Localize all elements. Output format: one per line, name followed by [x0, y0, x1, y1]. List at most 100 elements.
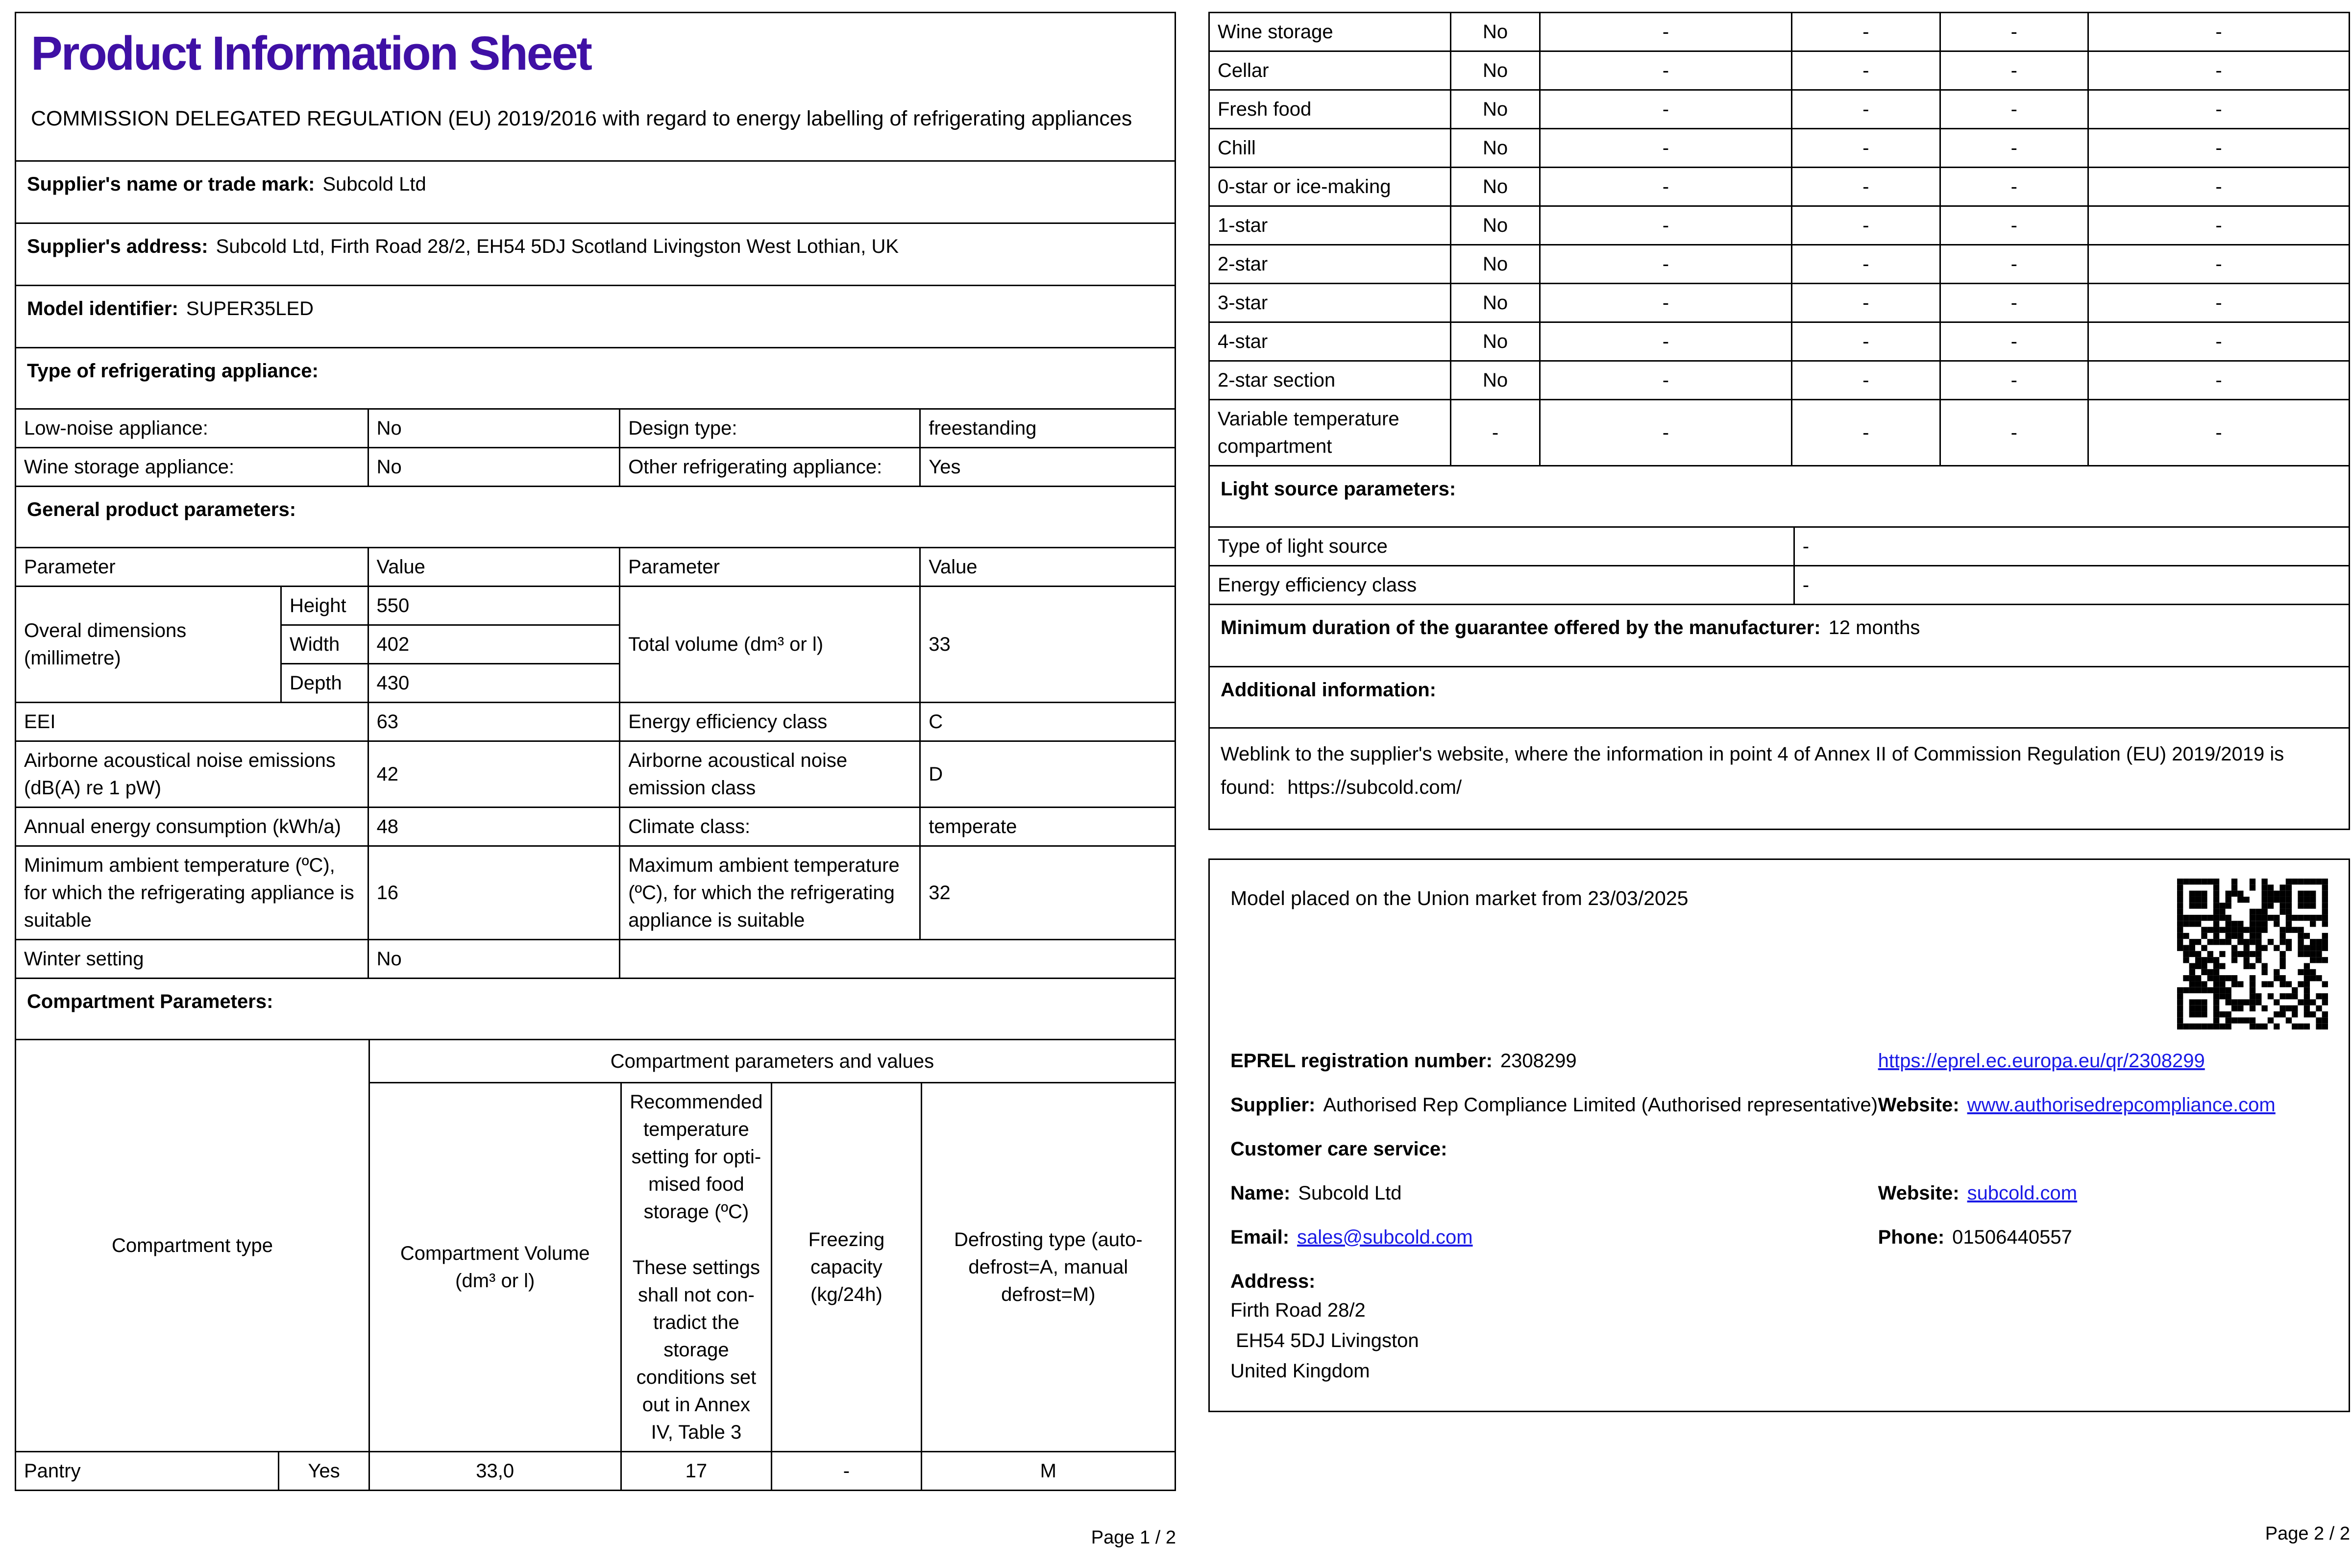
- compartment-present: Yes: [278, 1451, 370, 1492]
- supplier-website-link[interactable]: www.authorisedrepcompliance.com: [1967, 1094, 2276, 1116]
- table-header-row: Parameter Value Parameter Value: [15, 547, 1176, 588]
- table-row: Energy efficiency class -: [1208, 565, 2351, 605]
- dimension-value: 430: [367, 663, 621, 704]
- address-line: Firth Road 28/2: [1230, 1299, 1366, 1321]
- compartment-volume: -: [1539, 205, 1793, 245]
- compartment-defrost: -: [2087, 167, 2350, 207]
- compartment-name: 0-star or ice-making: [1208, 167, 1452, 207]
- compartment-volume: -: [1539, 89, 1793, 129]
- compartment-temp: -: [1791, 12, 1941, 52]
- compartment-temp: -: [1791, 360, 1941, 400]
- weblink-url[interactable]: https://subcold.com/: [1287, 777, 1462, 798]
- compartment-freeze: -: [1939, 360, 2089, 400]
- email-label: Email:: [1230, 1226, 1290, 1248]
- compartment-row: 0-star or ice-making No - - - -: [1208, 167, 2350, 207]
- param-cell: Other refrigerating appli­ance:: [619, 447, 921, 488]
- compartment-present: No: [1450, 360, 1541, 400]
- compartment-volume: -: [1539, 167, 1793, 207]
- value-cell: D: [919, 740, 1176, 808]
- compartment-freeze: -: [1939, 283, 2089, 323]
- compartment-volume: -: [1539, 399, 1793, 466]
- compartment-volume: -: [1539, 244, 1793, 284]
- website-label: Website:: [1878, 1182, 1960, 1204]
- compartment-defrost: -: [2087, 12, 2350, 52]
- param-cell: Airborne acoustical noise emis­sions (dB…: [15, 740, 369, 808]
- compartment-defrost: -: [2087, 205, 2350, 245]
- compartment-defrost: -: [2087, 321, 2350, 362]
- compartment-name: 2-star section: [1208, 360, 1452, 400]
- value-cell: -: [1793, 526, 2351, 566]
- compartment-temp: -: [1791, 50, 1941, 91]
- supplier-value: Authorised Rep Compliance Limited (Autho…: [1323, 1094, 1878, 1116]
- compartment-temp: -: [1791, 128, 1941, 168]
- table-row: Annual energy consumption (kWh/a) 48 Cli…: [15, 807, 1176, 847]
- compartment-freeze: -: [1939, 89, 2089, 129]
- param-cell: Overal dimensions (millimetre): [14, 586, 282, 704]
- name-label: Name:: [1230, 1182, 1291, 1204]
- compartment-freeze: -: [1939, 128, 2089, 168]
- compartment-volume: -: [1539, 50, 1793, 91]
- compartment-defrost: -: [2087, 128, 2350, 168]
- compartment-name: Chill: [1208, 128, 1452, 168]
- eprel-info-box: Model placed on the Union market from 23…: [1208, 858, 2350, 1412]
- care-name: Name: Subcold Ltd: [1230, 1179, 1878, 1207]
- general-parameters-heading: General product parameters:: [15, 486, 1176, 549]
- additional-info-heading: Additional information:: [1208, 666, 2350, 729]
- compartment-continuation-table: Wine storage No - - - - Cellar No - - - …: [1208, 12, 2350, 466]
- supplier-row: Supplier: Authorised Rep Compliance Limit…: [1230, 1091, 2328, 1119]
- column-header: Recom­mended tempera­ture setting for op…: [620, 1082, 773, 1453]
- compartment-temp: -: [1791, 321, 1941, 362]
- compartment-present: No: [1450, 205, 1541, 245]
- value-cell: No: [367, 408, 621, 449]
- param-cell: Energy efficiency class: [1208, 565, 1795, 605]
- name-website-row: Name: Subcold Ltd Website: subcold.com: [1230, 1179, 2328, 1207]
- compartment-volume: -: [1539, 283, 1793, 323]
- phone-value: 01506440557: [1952, 1226, 2072, 1248]
- compartment-present: No: [1450, 128, 1541, 168]
- compartment-defrost: -: [2087, 283, 2350, 323]
- customer-care-heading: Customer care service:: [1230, 1138, 1447, 1160]
- email-link[interactable]: sales@subcold.com: [1297, 1226, 1473, 1248]
- compartment-present: No: [1450, 89, 1541, 129]
- dimension-key: Height: [280, 586, 369, 626]
- empty-cell: [619, 939, 1176, 980]
- column-header: Freezing capacity (kg/24h): [771, 1082, 922, 1453]
- compartment-freeze: -: [1939, 321, 2089, 362]
- eprel-link[interactable]: https://eprel.ec.europa.eu/qr/2308299: [1878, 1050, 2205, 1072]
- weblink-row: Weblink to the supplier's website, where…: [1208, 727, 2350, 830]
- compartment-row: 2-star No - - - -: [1208, 244, 2350, 284]
- compartment-name: 4-star: [1208, 321, 1452, 362]
- title-block: Product Information Sheet COMMISSION DEL…: [15, 12, 1176, 162]
- compartment-name: 1-star: [1208, 205, 1452, 245]
- param-cell: EEI: [15, 702, 369, 742]
- compartment-name: 2-star: [1208, 244, 1452, 284]
- param-cell: Total volume (dm³ or l): [619, 586, 921, 704]
- param-cell: Annual energy consumption (kWh/a): [15, 807, 369, 847]
- table-row: Airborne acoustical noise emis­sions (dB…: [15, 740, 1176, 808]
- param-cell: Maximum ambient tem­perature (ºC), for w…: [619, 845, 921, 941]
- compartment-present: No: [1450, 50, 1541, 91]
- name-value: Subcold Ltd: [1298, 1182, 1402, 1204]
- param-cell: Climate class:: [619, 807, 921, 847]
- compartment-row: Cellar No - - - -: [1208, 50, 2350, 91]
- supplier-address-value: Subcold Ltd, Firth Road 28/2, EH54 5DJ S…: [216, 236, 899, 258]
- compartment-defrost: -: [2087, 244, 2350, 284]
- value-cell: 32: [919, 845, 1176, 941]
- website-info: Website: www.authorisedrepcompliance.com: [1878, 1091, 2328, 1119]
- eprel-row: EPREL registration number: 2308299 https:…: [1230, 1047, 2328, 1075]
- param-cell: Winter setting: [15, 939, 369, 980]
- compartment-freeze: -: [1939, 244, 2089, 284]
- address-line: United Kingdom: [1230, 1360, 1370, 1382]
- compartment-volume: 33,0: [368, 1451, 622, 1492]
- value-cell: 42: [367, 740, 621, 808]
- column-header: Compartment Vol­ume (dm³ or l): [368, 1082, 622, 1453]
- column-header: Defrosting type (auto-defrost=A, manual …: [920, 1082, 1176, 1453]
- param-cell: Minimum ambient tempera­ture (ºC), for w…: [15, 845, 369, 941]
- care-website-link[interactable]: subcold.com: [1967, 1182, 2078, 1204]
- regulation-subtitle: COMMISSION DELEGATED REGULATION (EU) 201…: [31, 106, 1132, 130]
- compartment-name: Variable temperature compartment: [1208, 399, 1452, 466]
- compartment-freeze: -: [1939, 205, 2089, 245]
- compartment-name: 3-star: [1208, 283, 1452, 323]
- value-cell: freestanding: [919, 408, 1176, 449]
- value-cell: -: [1793, 565, 2351, 605]
